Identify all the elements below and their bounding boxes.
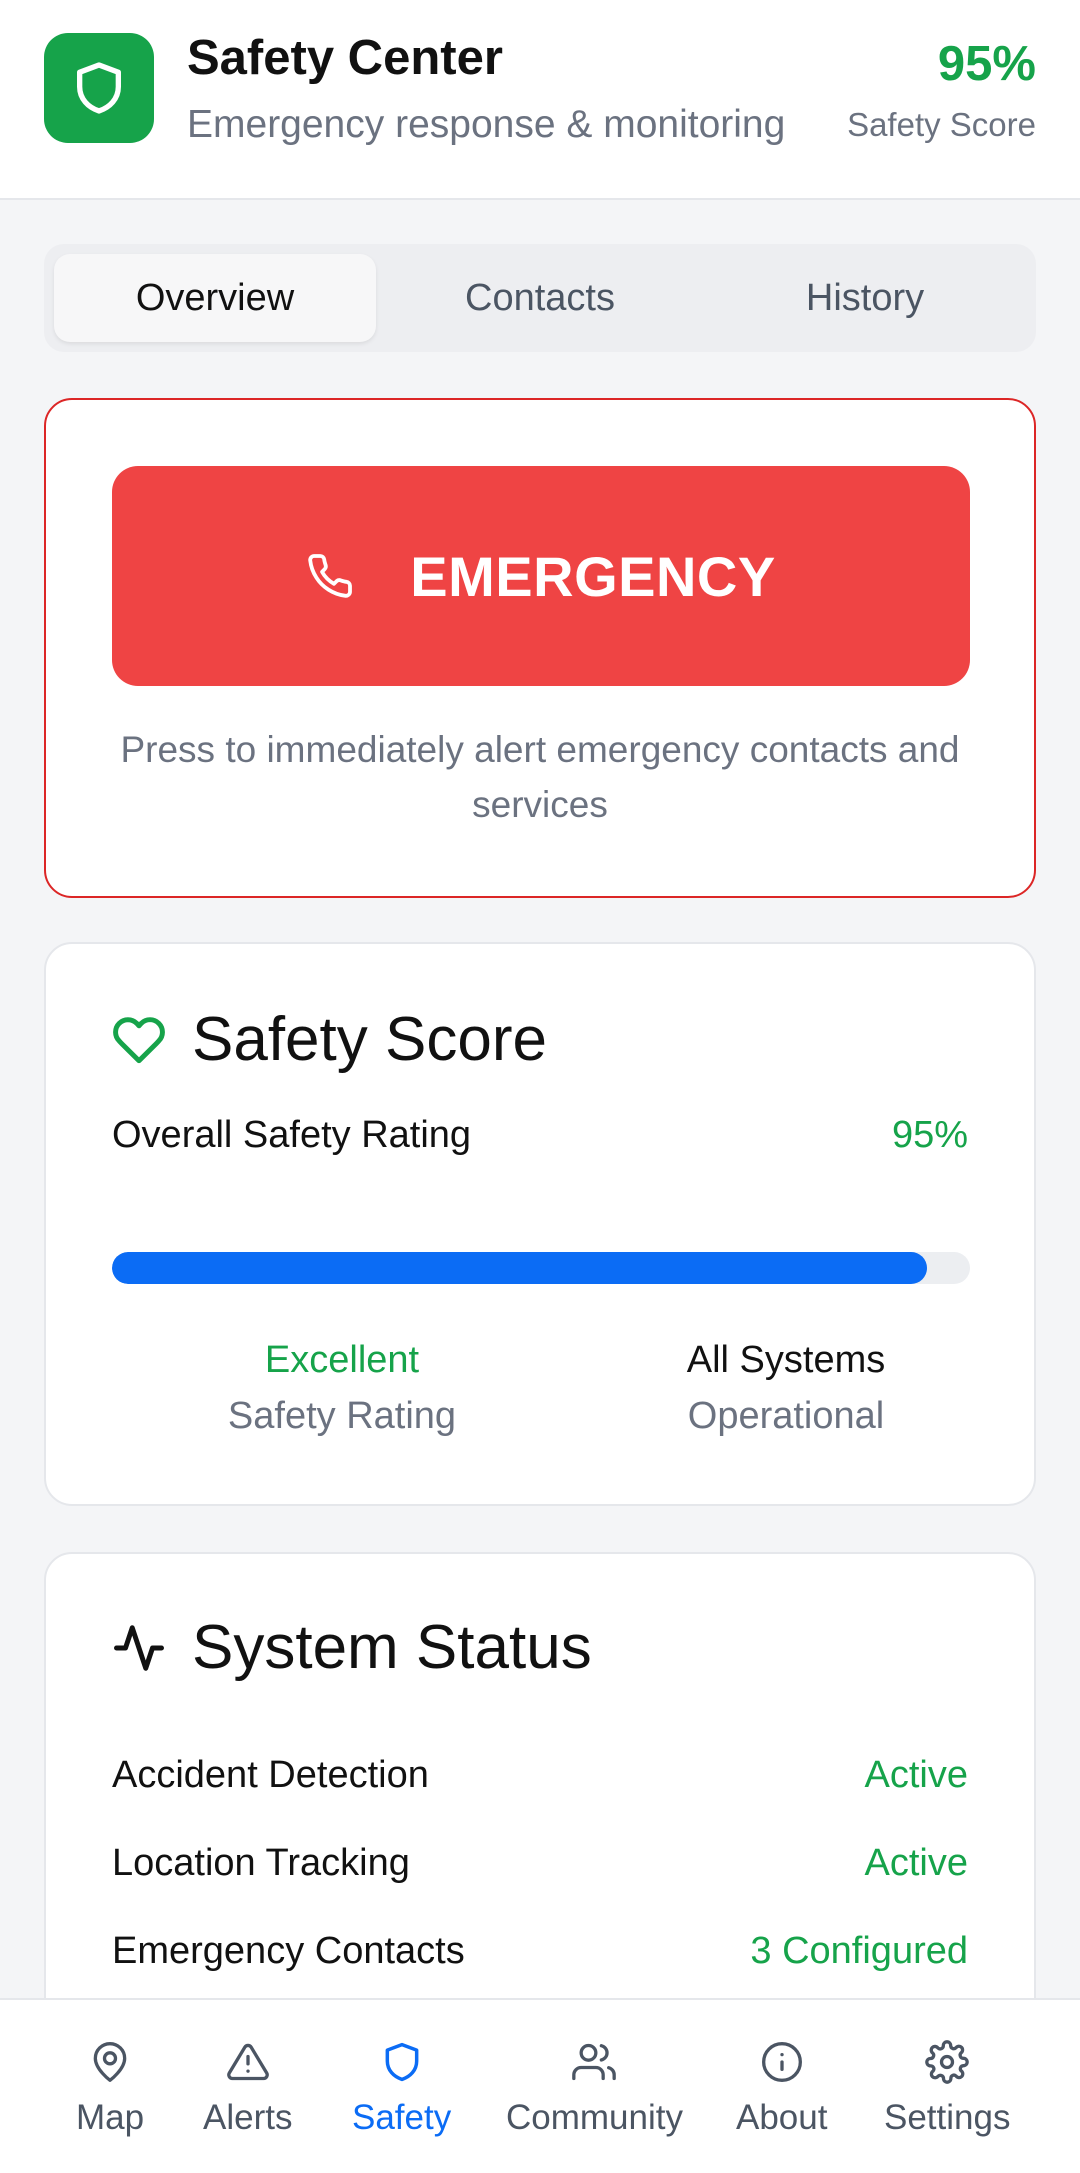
emergency-description: Press to immediately alert emergency con… xyxy=(120,729,960,825)
nav-item-map[interactable]: Map xyxy=(76,2040,144,2138)
header-score-value: 95% xyxy=(937,37,1036,91)
emergency-button-label: EMERGENCY xyxy=(410,544,776,608)
tab-history[interactable]: History xyxy=(704,254,1026,342)
header-score-label: Safety Score xyxy=(847,106,1036,143)
phone-icon xyxy=(308,554,353,598)
page-subtitle: Emergency response & monitoring xyxy=(187,103,786,146)
status-row-value: Active xyxy=(864,1842,968,1884)
safety-score-heading: Safety Score xyxy=(112,1004,547,1075)
rating-stat-value: Excellent xyxy=(264,1339,420,1381)
activity-icon xyxy=(114,1624,164,1671)
system-status-title: System Status xyxy=(192,1613,592,1682)
nav-label-about: About xyxy=(736,2098,828,2137)
alert-triangle-icon xyxy=(226,2043,269,2081)
systems-stat-label: Operational xyxy=(687,1395,885,1437)
tab-contacts[interactable]: Contacts xyxy=(379,254,701,342)
nav-label-map: Map xyxy=(76,2098,145,2137)
status-row-label: Accident Detection xyxy=(112,1754,429,1796)
nav-item-about[interactable]: About xyxy=(736,2040,827,2138)
rating-stat: Excellent Safety Rating xyxy=(132,1332,552,1444)
nav-label-community: Community xyxy=(506,2098,683,2137)
emergency-button[interactable]: EMERGENCY xyxy=(112,466,970,686)
shield-icon xyxy=(385,2042,419,2082)
system-status-heading: System Status xyxy=(112,1612,592,1683)
nav-label-alerts: Alerts xyxy=(203,2098,293,2137)
tab-bar: Overview Contacts History xyxy=(44,244,1036,352)
shield-icon xyxy=(44,33,154,143)
users-icon xyxy=(572,2043,617,2081)
status-row-label: Emergency Contacts xyxy=(112,1930,465,1972)
safety-score-card: Safety Score Overall Safety Rating 95% E… xyxy=(44,942,1036,1506)
nav-item-alerts[interactable]: Alerts xyxy=(203,2040,292,2138)
nav-item-safety[interactable]: Safety xyxy=(352,2040,451,2138)
page-title: Safety Center xyxy=(187,31,503,85)
nav-label-safety: Safety xyxy=(352,2098,452,2137)
gear-icon xyxy=(925,2040,970,2084)
status-row-value: Active xyxy=(864,1754,968,1796)
bottom-nav: Map Alerts Safety Community About Settin… xyxy=(0,1998,1080,2173)
rating-stat-label: Safety Rating xyxy=(227,1395,457,1437)
systems-stat-value: All Systems xyxy=(686,1339,886,1381)
systems-stat: All Systems Operational xyxy=(576,1332,996,1444)
status-row-value: 3 Configured xyxy=(750,1930,968,1972)
info-icon xyxy=(761,2042,802,2082)
emergency-card: EMERGENCY Press to immediately alert eme… xyxy=(44,398,1036,898)
nav-label-settings: Settings xyxy=(884,2098,1011,2137)
safety-score-title: Safety Score xyxy=(192,1005,547,1074)
status-row-label: Location Tracking xyxy=(112,1842,410,1884)
safety-progress-fill xyxy=(112,1252,928,1284)
map-pin-icon xyxy=(93,2042,127,2082)
nav-item-community[interactable]: Community xyxy=(506,2040,683,2138)
overall-rating-label: Overall Safety Rating xyxy=(112,1114,472,1156)
heart-icon xyxy=(113,1016,165,1063)
overall-rating-value: 95% xyxy=(891,1114,968,1156)
safety-progress-bar xyxy=(112,1252,970,1284)
app-header: Safety Center Emergency response & monit… xyxy=(0,0,1080,200)
tab-overview[interactable]: Overview xyxy=(54,254,376,342)
nav-item-settings[interactable]: Settings xyxy=(884,2040,1010,2138)
